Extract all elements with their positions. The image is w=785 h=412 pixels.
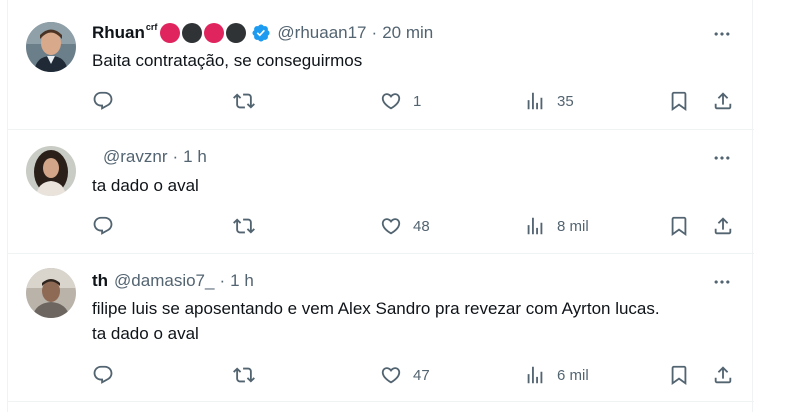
retweet-button[interactable] [233,364,255,386]
black-circle-icon [226,23,247,43]
action-bar: 47 6 mil [8,364,754,388]
retweet-button[interactable] [233,215,255,237]
user-handle[interactable]: @ravznr [103,147,168,167]
bookmark-icon [668,364,690,386]
badge-dots [160,23,248,43]
tweet-card[interactable]: Rhuan crf @rhuaan17 · 20 min Baita contr… [8,0,754,130]
like-count: 1 [413,92,422,110]
separator: · [371,23,378,42]
action-bar: 48 8 mil [8,215,754,239]
retweet-button[interactable] [233,90,255,112]
view-count: 6 mil [557,366,589,384]
bar-chart-icon [524,364,546,386]
reply-button[interactable] [92,364,114,386]
tweet-header: th @damasio7_ · 1 h [92,270,254,292]
display-name[interactable]: Rhuan [92,23,145,43]
name-suffix: crf [145,22,158,32]
like-count: 48 [413,217,430,235]
verified-badge-icon[interactable] [251,23,271,43]
user-handle[interactable]: @rhuaan17 [277,23,366,43]
action-bar: 1 35 [8,90,754,114]
timestamp[interactable]: 1 h [230,271,254,291]
views-button[interactable]: 6 mil [524,364,589,386]
speech-bubble-icon [92,90,114,112]
reply-button[interactable] [92,90,114,112]
view-count: 35 [557,92,574,110]
tweet-text: ta dado o aval [92,176,199,195]
bookmark-button[interactable] [668,364,690,386]
speech-bubble-icon [92,215,114,237]
more-options-icon[interactable] [710,22,734,46]
heart-icon [380,364,402,386]
display-name[interactable]: th [92,271,108,291]
more-options-icon[interactable] [710,270,734,294]
tweet-text-line: ta dado o aval [92,324,199,343]
upload-arrow-icon [712,90,734,112]
tweet-header: @ravznr · 1 h [92,146,207,168]
like-button[interactable]: 47 [380,364,430,386]
views-button[interactable]: 35 [524,90,574,112]
bookmark-icon [668,90,690,112]
tweet-header: Rhuan crf @rhuaan17 · 20 min [92,22,433,44]
user-handle[interactable]: @damasio7_ [114,271,214,291]
tweet-text: Baita contratação, se conseguirmos [92,51,363,70]
avatar[interactable] [26,22,76,72]
reply-button[interactable] [92,215,114,237]
like-count: 47 [413,366,430,384]
timestamp[interactable]: 20 min [382,23,433,43]
tweet-card[interactable]: th @damasio7_ · 1 h filipe luis se apose… [8,254,754,402]
red-circle-icon [204,23,225,43]
heart-icon [380,215,402,237]
bar-chart-icon [524,90,546,112]
share-button[interactable] [712,90,734,112]
separator: · [219,271,226,290]
black-circle-icon [182,23,203,43]
retweet-arrows-icon [233,90,255,112]
retweet-arrows-icon [233,215,255,237]
tweet-text: filipe luis se aposentando e vem Alex Sa… [92,296,660,346]
tweet-text-line: filipe luis se aposentando e vem Alex Sa… [92,299,660,318]
bar-chart-icon [524,215,546,237]
red-circle-icon [160,23,181,43]
bookmark-icon [668,215,690,237]
avatar[interactable] [26,268,76,318]
speech-bubble-icon [92,364,114,386]
like-button[interactable]: 48 [380,215,430,237]
view-count: 8 mil [557,217,589,235]
upload-arrow-icon [712,364,734,386]
views-button[interactable]: 8 mil [524,215,589,237]
upload-arrow-icon [712,215,734,237]
tweet-card[interactable]: @ravznr · 1 h ta dado o aval 48 8 mil [8,130,754,254]
share-button[interactable] [712,364,734,386]
timeline-feed: Rhuan crf @rhuaan17 · 20 min Baita contr… [7,0,754,412]
retweet-arrows-icon [233,364,255,386]
heart-icon [380,90,402,112]
share-button[interactable] [712,215,734,237]
timestamp[interactable]: 1 h [183,147,207,167]
more-options-icon[interactable] [710,146,734,170]
separator: · [172,147,179,166]
avatar[interactable] [26,146,76,196]
bookmark-button[interactable] [668,215,690,237]
bookmark-button[interactable] [668,90,690,112]
like-button[interactable]: 1 [380,90,421,112]
